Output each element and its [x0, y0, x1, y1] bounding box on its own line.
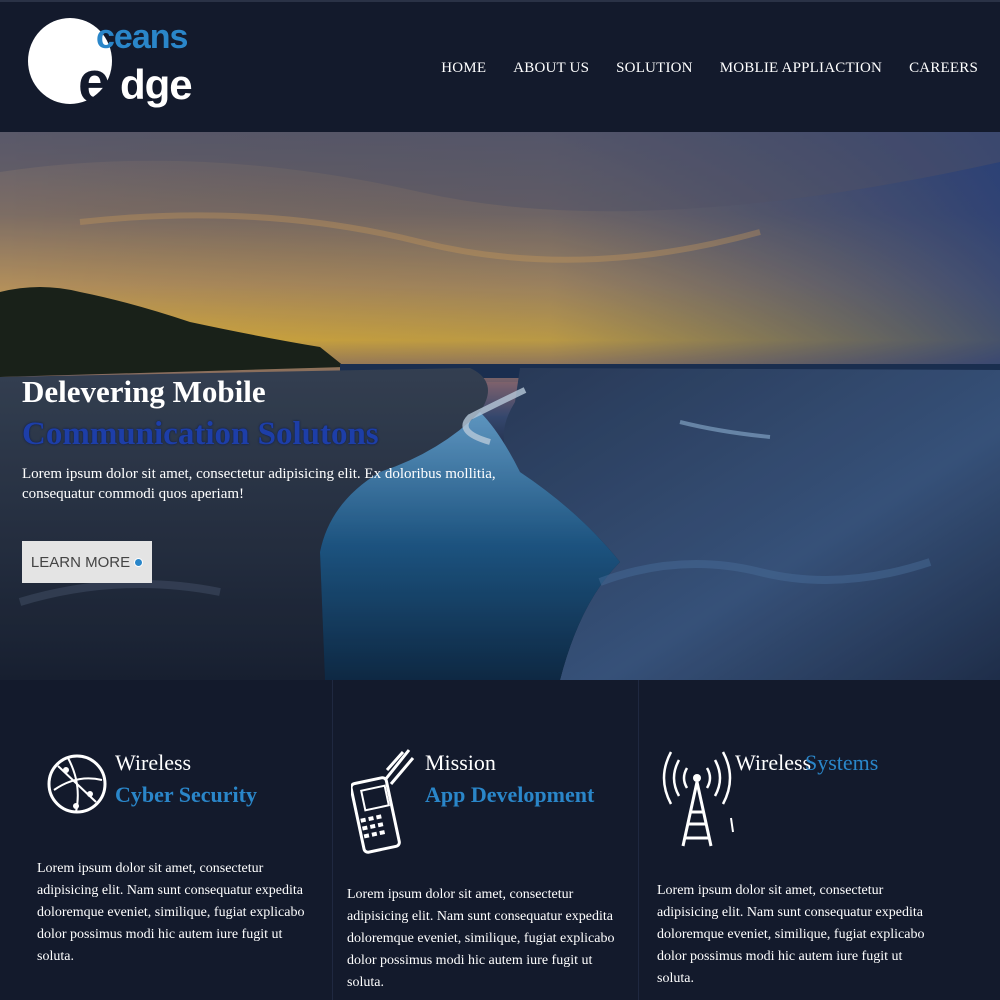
nav-about-us[interactable]: ABOUT US — [513, 60, 589, 77]
feature-card-cyber-security: Wireless Cyber Security Lorem ipsum dolo… — [0, 680, 332, 1000]
logo-oceans-text: ceans — [96, 18, 188, 56]
feature-subtitle: App Development — [425, 782, 595, 807]
feature-description: Lorem ipsum dolor sit amet, consectetur … — [37, 861, 305, 964]
feature-title: Wireless — [735, 750, 812, 775]
hero-banner: Delevering Mobile Communication Solutons… — [0, 132, 1000, 680]
feature-title: Wireless — [115, 750, 192, 775]
nav-mobile-application[interactable]: MOBLIE APPLIACTION — [720, 60, 882, 77]
hero-title: Delevering Mobile — [22, 374, 266, 409]
main-nav: HOME ABOUT US SOLUTION MOBLIE APPLIACTIO… — [441, 60, 978, 77]
feature-card-app-development: Mission App Development Lorem ipsum dolo… — [332, 680, 638, 1000]
nav-careers[interactable]: CAREERS — [909, 60, 978, 77]
site-header: e ceans dge HOME ABOUT US SOLUTION MOBLI… — [0, 0, 1000, 132]
feature-subtitle: Cyber Security — [115, 782, 257, 807]
learn-more-button[interactable]: LEARN MORE — [22, 541, 152, 583]
wireless-tower-icon — [662, 751, 734, 847]
logo-edge-text: dge — [120, 61, 193, 108]
feature-subtitle: Systems — [805, 750, 879, 775]
globe-icon — [47, 754, 107, 814]
feature-description: Lorem ipsum dolor sit amet, consectetur … — [347, 887, 615, 990]
nav-home[interactable]: HOME — [441, 60, 486, 77]
logo-e-letter: e — [78, 50, 111, 115]
feature-card-wireless-systems: Wireless Systems Lorem ipsum dolor sit a… — [638, 680, 1000, 1000]
arrow-circle-icon — [134, 557, 144, 567]
hero-subtitle: Communication Solutons — [22, 416, 379, 452]
feature-description: Lorem ipsum dolor sit amet, consectetur … — [657, 883, 925, 986]
features-section: Wireless Cyber Security Lorem ipsum dolo… — [0, 680, 1000, 1000]
hero-description: Lorem ipsum dolor sit amet, consectetur … — [22, 466, 496, 502]
feature-title: Mission — [425, 750, 496, 775]
site-logo[interactable]: e ceans dge — [26, 14, 196, 114]
learn-more-label: LEARN MORE — [30, 553, 131, 571]
mobile-phone-icon — [351, 749, 415, 854]
nav-solution[interactable]: SOLUTION — [616, 60, 693, 77]
